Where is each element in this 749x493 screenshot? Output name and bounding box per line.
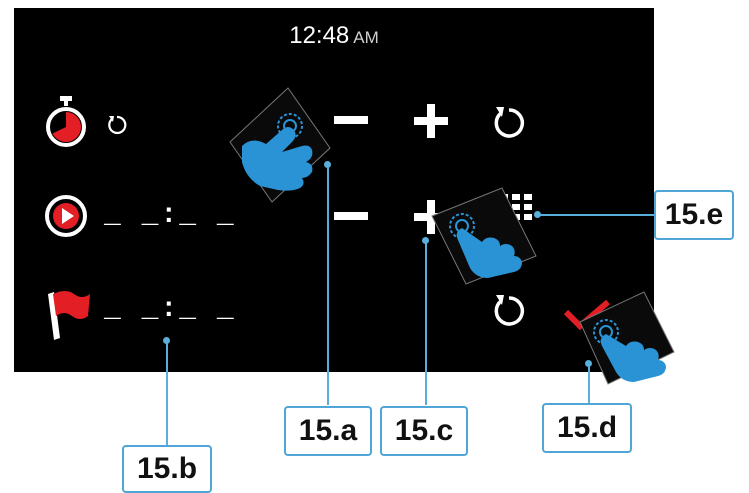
callout-a-line: [327, 165, 329, 405]
callout-e-line: [538, 214, 654, 216]
start-time-value[interactable]: _ _:_ _: [104, 200, 236, 231]
clock-time: 12:48: [289, 22, 350, 49]
callout-15d: 15.d: [542, 403, 632, 453]
callout-d-line: [588, 364, 590, 404]
clock-ampm: AM: [353, 28, 379, 47]
timer-reset-icon[interactable]: [106, 114, 128, 136]
tap-hand-icon: [229, 87, 331, 203]
callout-15e: 15.e: [654, 190, 734, 240]
reset-icon[interactable]: [492, 104, 526, 140]
red-flag-icon[interactable]: [44, 288, 92, 340]
reset-icon[interactable]: [492, 292, 526, 328]
callout-15a: 15.a: [284, 406, 372, 456]
callout-15c: 15.c: [380, 406, 468, 456]
end-time-value[interactable]: _ _:_ _: [104, 294, 236, 325]
minus-button[interactable]: [334, 212, 368, 222]
callout-c-line: [425, 241, 427, 405]
device-screen: 12:48 AM _ _:_ _ _ _:_ _: [14, 8, 654, 372]
clock: 12:48 AM: [14, 22, 654, 50]
tap-hand-icon: [579, 291, 675, 385]
plus-button[interactable]: [414, 104, 448, 138]
callout-b-line: [166, 341, 168, 445]
callout-15b: 15.b: [122, 445, 212, 493]
play-circle-icon[interactable]: [44, 194, 88, 238]
minus-button[interactable]: [334, 116, 368, 126]
timer-icon[interactable]: [44, 96, 88, 150]
tap-hand-icon: [431, 187, 537, 285]
